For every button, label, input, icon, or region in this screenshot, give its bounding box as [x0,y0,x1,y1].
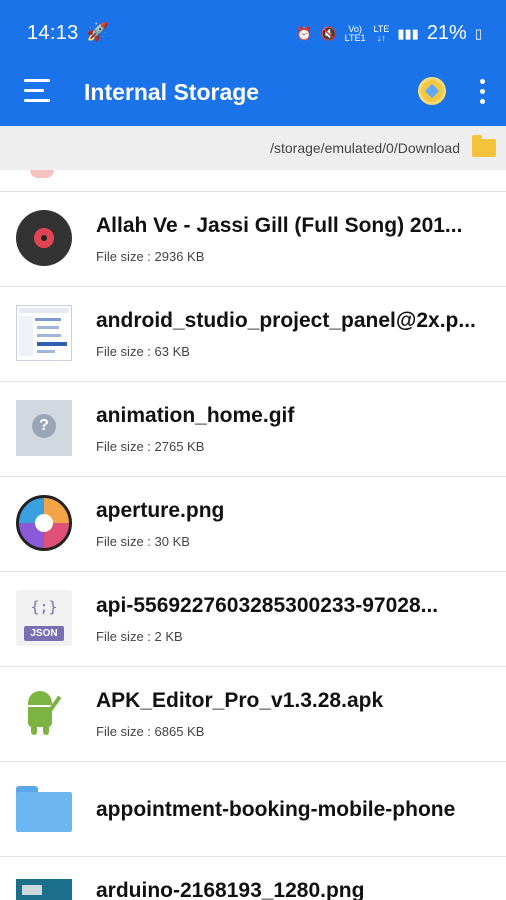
lte-label: LTE ↓↑ [373,23,390,43]
partial-thumb-icon [30,170,54,178]
premium-diamond-icon[interactable] [418,77,446,105]
unknown-file-icon [16,400,72,456]
file-name: arduino-2168193_1280.png [96,879,365,900]
folder-icon[interactable] [472,135,496,157]
file-row[interactable]: aperture.png File size : 30 KB [0,477,506,572]
battery-percent: 21% [426,22,467,44]
folder-icon [16,780,72,836]
app-bar: Internal Storage [0,66,506,126]
file-name: APK_Editor_Pro_v1.3.28.apk [96,689,384,712]
file-row[interactable]: Allah Ve - Jassi Gill (Full Song) 201...… [0,192,506,287]
current-path: /storage/emulated/0/Download [270,140,460,156]
mute-icon: 🔇 [320,25,337,41]
file-size: File size : 6865 KB [96,724,205,739]
rocket-icon: 🚀 [86,22,109,42]
list-item-partial[interactable] [0,170,506,192]
file-name: animation_home.gif [96,404,295,427]
file-name: android_studio_project_panel@2x.p... [96,309,476,332]
battery-icon: ▯ [474,25,482,41]
android-apk-icon [16,685,72,741]
folder-row[interactable]: appointment-booking-mobile-phone [0,762,506,857]
file-size: File size : 2936 KB [96,249,205,264]
json-badge: JSON [30,628,58,639]
app-title: Internal Storage [84,79,260,105]
more-vertical-icon[interactable] [478,79,486,107]
file-size: File size : 30 KB [96,534,190,549]
file-name: aperture.png [96,499,225,522]
status-bar: 14:13 🚀 ⏰ 🔇 Vo) LTE1 LTE ↓↑ ▮▮▮ 21% ▯ [0,0,506,66]
arduino-image-icon [16,879,72,900]
alarm-icon: ⏰ [296,25,313,41]
volte-label: Vo) LTE1 [344,23,366,43]
signal-icon: ▮▮▮ [397,25,419,41]
file-size: File size : 2765 KB [96,439,205,454]
file-size: File size : 2 KB [96,629,183,644]
status-time: 14:13 [27,22,79,44]
file-name: Allah Ve - Jassi Gill (Full Song) 201... [96,214,463,237]
file-row[interactable]: JSON api-5569227603285300233-97028... Fi… [0,572,506,667]
file-name: api-5569227603285300233-97028... [96,594,439,617]
music-disc-icon [16,210,72,266]
image-thumbnail-icon [16,305,72,361]
folder-name: appointment-booking-mobile-phone [96,798,456,821]
aperture-image-icon [16,495,72,551]
file-row[interactable]: arduino-2168193_1280.png [0,857,506,900]
status-icons: ⏰ 🔇 Vo) LTE1 LTE ↓↑ ▮▮▮ 21% ▯ [296,22,482,45]
hamburger-menu-icon[interactable] [24,79,54,103]
file-row[interactable]: APK_Editor_Pro_v1.3.28.apk File size : 6… [0,667,506,762]
file-row[interactable]: android_studio_project_panel@2x.p... Fil… [0,287,506,382]
file-row[interactable]: animation_home.gif File size : 2765 KB [0,382,506,477]
file-size: File size : 63 KB [96,344,190,359]
path-bar[interactable]: /storage/emulated/0/Download [0,126,506,170]
json-file-icon: JSON [16,590,72,646]
